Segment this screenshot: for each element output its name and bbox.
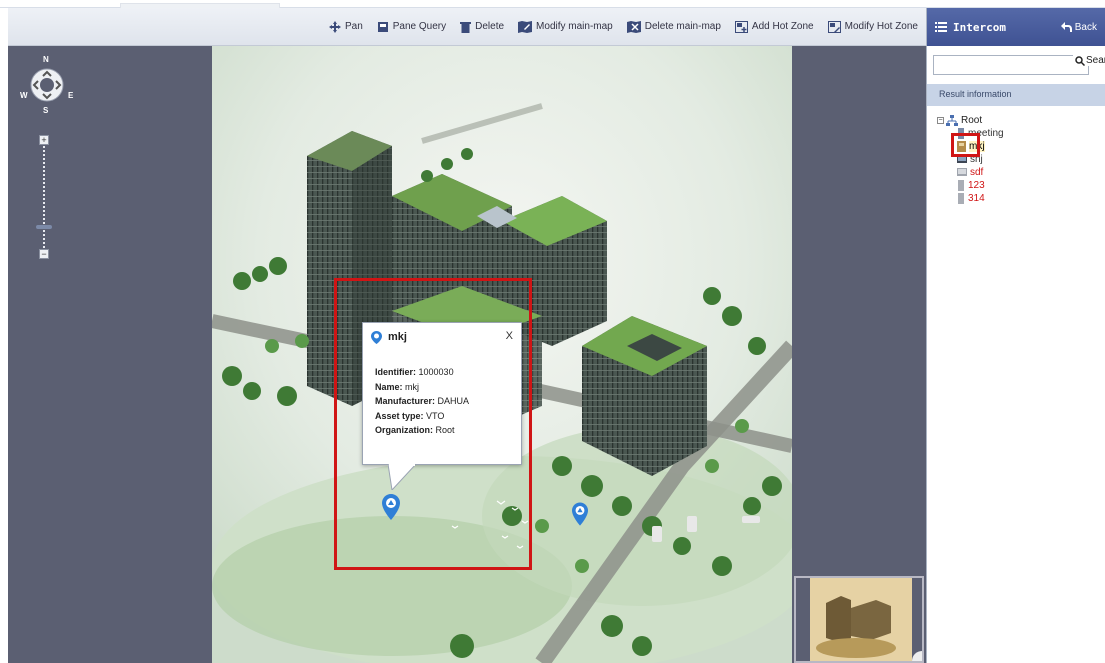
field-asset-type: Asset type: VTO <box>375 409 469 424</box>
popup-fields: Identifier: 1000030 Name: mkj Manufactur… <box>375 365 469 438</box>
device-monitor-icon <box>957 168 967 176</box>
list-icon <box>935 22 947 32</box>
minimap-image <box>796 578 922 661</box>
popup-header: mkj X <box>363 323 521 351</box>
map-margin-right <box>792 46 926 663</box>
modify-main-map-label: Modify main-map <box>536 21 613 32</box>
pane-query-icon <box>377 21 388 32</box>
map-toolbar: Pan Pane Query Delete Modify main-map De… <box>8 8 926 46</box>
back-button[interactable]: Back <box>1060 21 1097 33</box>
field-label: Manufacturer: <box>375 396 436 406</box>
tree-item-label: sdf <box>970 167 984 178</box>
pan-button[interactable]: Pan <box>328 20 363 33</box>
tree-root-label: Root <box>961 115 983 126</box>
panel-header: Intercom Back <box>927 8 1105 46</box>
compass-east: E <box>68 91 74 100</box>
popup-tail <box>388 464 417 490</box>
search-icon <box>1075 55 1085 66</box>
search-row: Search <box>927 46 1105 76</box>
field-label: Identifier: <box>375 367 417 377</box>
result-information-bar: Result information <box>927 84 1105 106</box>
add-hot-zone-label: Add Hot Zone <box>751 21 814 32</box>
device-marker-icon[interactable] <box>572 502 588 526</box>
zoom-in-button[interactable]: + <box>39 135 49 145</box>
field-value: Root <box>435 425 455 435</box>
pane-query-label: Pane Query <box>392 21 447 32</box>
zoom-slider-handle[interactable] <box>36 225 52 229</box>
search-input[interactable] <box>933 54 1089 75</box>
field-value: DAHUA <box>437 396 470 406</box>
location-pin-icon <box>371 330 382 344</box>
compass-west: W <box>20 91 28 100</box>
back-label: Back <box>1074 21 1097 33</box>
map-nav-control: N W E S + − <box>18 55 78 285</box>
collapse-toggle-icon[interactable]: − <box>937 117 944 124</box>
pan-icon <box>328 20 341 33</box>
map-edit-icon <box>518 20 533 33</box>
compass-south: S <box>43 106 49 115</box>
delete-button[interactable]: Delete <box>460 21 504 33</box>
hotzone-edit-icon <box>827 20 841 33</box>
zoom-out-button[interactable]: − <box>39 249 49 259</box>
field-label: Name: <box>375 381 403 392</box>
search-button[interactable]: Search <box>1073 55 1105 66</box>
field-label: Asset type: <box>375 410 424 421</box>
back-arrow-icon <box>1060 22 1072 32</box>
delete-main-map-label: Delete main-map <box>644 21 721 32</box>
field-value: VTO <box>426 410 445 421</box>
org-tree-icon <box>946 114 958 126</box>
tree-item-314[interactable]: 314 <box>927 192 1105 205</box>
delete-main-map-button[interactable]: Delete main-map <box>626 20 721 33</box>
modify-hot-zone-label: Modify Hot Zone <box>844 21 918 32</box>
compass-north: N <box>43 55 49 64</box>
map-delete-icon <box>626 20 641 33</box>
field-value: 1000030 <box>418 367 454 377</box>
tree-item-sdf[interactable]: sdf <box>927 166 1105 179</box>
highlight-box-tree <box>951 133 980 157</box>
field-label: Organization: <box>375 425 433 435</box>
field-value: mkj <box>405 381 420 392</box>
modify-main-map-button[interactable]: Modify main-map <box>518 20 613 33</box>
info-popup: mkj X Identifier: 1000030 Name: mkj Manu… <box>362 322 522 465</box>
field-organization: Organization: Root <box>375 423 469 438</box>
panel-title: Intercom <box>953 20 1006 34</box>
pan-compass-icon[interactable] <box>30 68 64 102</box>
pan-label: Pan <box>344 21 363 32</box>
top-strip <box>0 0 1105 8</box>
field-identifier: Identifier: 1000030 <box>375 365 469 380</box>
device-tree: − Root meeting mkj snj sdf 123 314 <box>927 106 1105 205</box>
zoom-slider-track[interactable] <box>43 146 45 248</box>
tree-item-123[interactable]: 123 <box>927 179 1105 192</box>
intercom-panel: Intercom Back Search Result information … <box>926 8 1105 663</box>
tree-root[interactable]: − Root <box>927 114 1105 127</box>
tree-item-label: 123 <box>968 180 985 191</box>
field-manufacturer: Manufacturer: DAHUA <box>375 394 469 409</box>
map-canvas[interactable]: mkj X Identifier: 1000030 Name: mkj Manu… <box>212 46 792 663</box>
device-door-icon <box>958 180 964 191</box>
pane-query-button[interactable]: Pane Query <box>377 21 446 33</box>
device-door-icon <box>958 193 964 204</box>
popup-title: mkj <box>388 331 407 343</box>
field-name: Name: mkj <box>375 380 469 395</box>
search-label: Search <box>1086 55 1105 66</box>
trash-icon <box>460 21 472 33</box>
tree-item-label: 314 <box>968 193 985 204</box>
popup-close-button[interactable]: X <box>506 330 513 342</box>
device-marker-icon[interactable] <box>382 494 400 520</box>
modify-hot-zone-button[interactable]: Modify Hot Zone <box>827 20 918 33</box>
delete-label: Delete <box>475 21 505 32</box>
add-hot-zone-button[interactable]: Add Hot Zone <box>734 20 814 33</box>
overview-minimap[interactable] <box>794 576 924 663</box>
hotzone-add-icon <box>734 20 748 33</box>
map-app: Pan Pane Query Delete Modify main-map De… <box>0 0 1105 663</box>
